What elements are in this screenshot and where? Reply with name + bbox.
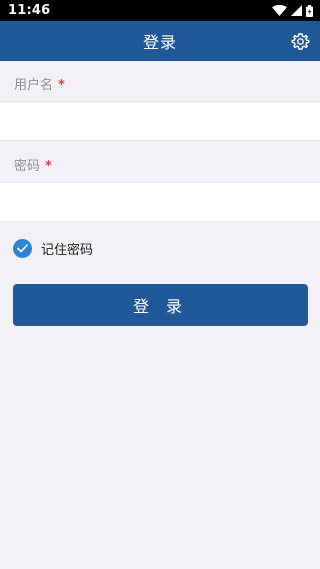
password-required-mark: * xyxy=(45,159,52,174)
password-label-text: 密码 xyxy=(14,159,41,174)
checkmark-icon xyxy=(17,243,28,252)
wifi-icon xyxy=(272,5,287,16)
remember-password-toggle[interactable]: 记住密码 xyxy=(13,237,93,259)
gear-icon xyxy=(290,32,310,50)
username-label-text: 用户名 xyxy=(14,78,54,93)
password-input[interactable] xyxy=(0,182,320,222)
username-input[interactable] xyxy=(0,101,320,141)
page-title: 登录 xyxy=(142,33,177,52)
settings-button[interactable] xyxy=(290,31,310,51)
remember-password-label: 记住密码 xyxy=(41,242,94,258)
app-bar: 登录 xyxy=(0,21,320,61)
password-label: 密码 * xyxy=(14,155,52,174)
status-bar: 11:46 xyxy=(0,0,320,21)
cell-signal-icon xyxy=(291,5,302,16)
status-icons xyxy=(272,4,313,17)
username-label: 用户名 * xyxy=(14,74,65,93)
status-time: 11:46 xyxy=(8,3,51,18)
battery-icon xyxy=(306,4,313,17)
username-required-mark: * xyxy=(58,78,65,93)
login-button[interactable]: 登 录 xyxy=(13,284,308,326)
remember-password-checkbox[interactable] xyxy=(13,238,32,258)
